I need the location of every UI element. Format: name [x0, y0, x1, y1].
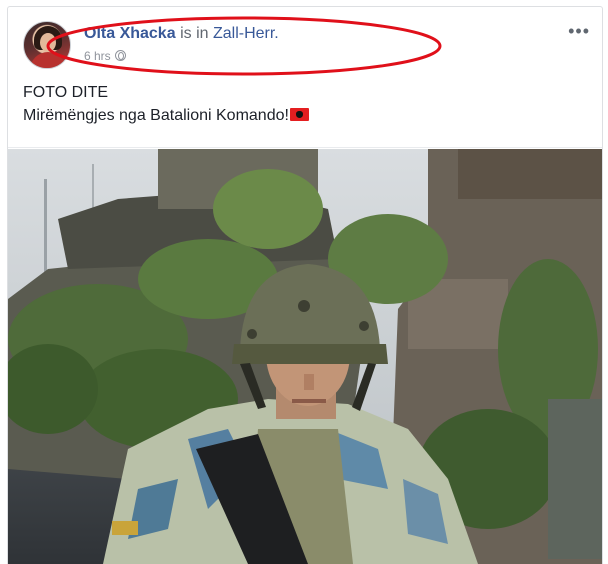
soldier-photo-illustration [8, 149, 602, 564]
globe-icon [114, 50, 126, 61]
post-meta: 6 hrs [84, 49, 126, 63]
avatar-face [40, 33, 56, 52]
more-options-button[interactable]: ••• [568, 21, 590, 42]
post-header: Olta Xhacka is in Zall-Herr. [84, 25, 279, 43]
post-text-line-2: Mirëmëngjes nga Batalioni Komando! [23, 104, 309, 127]
location-link[interactable]: Zall-Herr. [213, 25, 279, 42]
author-name-link[interactable]: Olta Xhacka [84, 25, 176, 42]
post-timestamp[interactable]: 6 hrs [84, 49, 111, 63]
post-card: Olta Xhacka is in Zall-Herr. 6 hrs ••• F… [7, 6, 603, 564]
post-text-greeting: Mirëmëngjes nga Batalioni Komando! [23, 107, 289, 124]
post-body: FOTO DITE Mirëmëngjes nga Batalioni Koma… [23, 81, 309, 127]
location-prefix: is in [180, 25, 209, 42]
divider [8, 147, 602, 148]
avatar-body [30, 52, 66, 68]
post-text-line-1: FOTO DITE [23, 84, 109, 101]
author-avatar[interactable] [23, 21, 71, 69]
albania-flag-icon [289, 108, 309, 121]
post-photo[interactable] [8, 149, 602, 564]
